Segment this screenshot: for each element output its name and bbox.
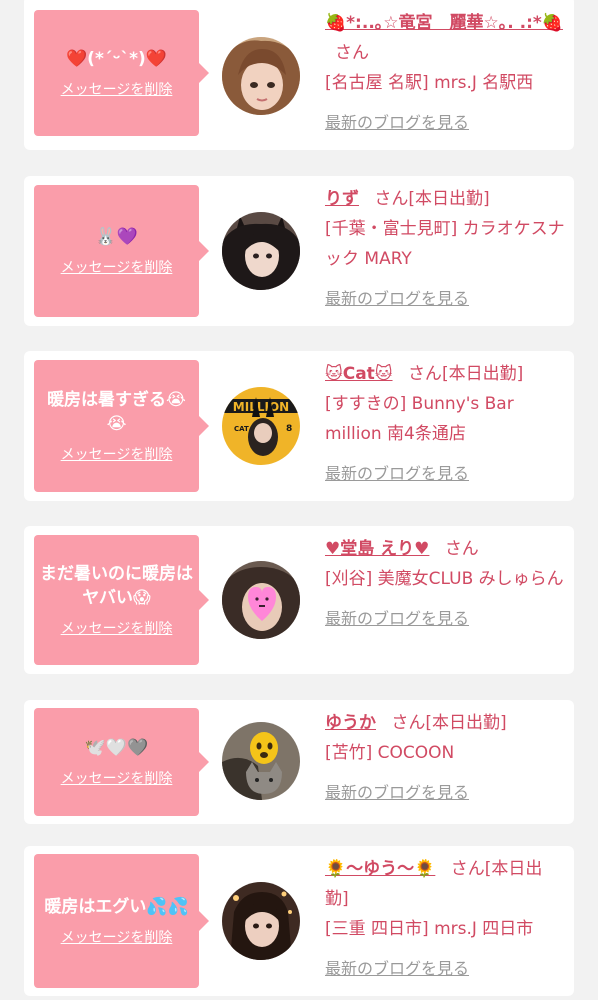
sender-name-link[interactable]: ゆうか — [325, 713, 376, 733]
message-text: 暖房は暑すぎる😭😭 — [47, 390, 186, 434]
sender-info: りず さん[本日出勤] [千葉・富士見町] カラオケスナック MARY 最新のブ… — [325, 184, 565, 314]
message-bubble: まだ暑いのに暖房はヤバい😱 メッセージを削除 — [34, 535, 209, 665]
delete-message-link[interactable]: メッセージを削除 — [61, 79, 173, 99]
avatar[interactable] — [222, 722, 300, 800]
svg-text:MILLION: MILLION — [233, 400, 289, 414]
shop-text: [苫竹] COCOON — [325, 743, 455, 763]
message-card: 暖房は暑すぎる😭😭 メッセージを削除 MILLION CAT 8 🐱Cat🐱 さ… — [24, 351, 574, 501]
message-card: ❤️(*´ᵕ`*)❤️ メッセージを削除 🍓*:..｡☆竜宮 麗華☆｡. .:*… — [24, 0, 574, 150]
message-card: まだ暑いのに暖房はヤバい😱 メッセージを削除 ♥堂島 えり♥ さん [刈谷] 美… — [24, 526, 574, 674]
avatar[interactable] — [222, 212, 300, 290]
latest-blog-link[interactable]: 最新のブログを見る — [325, 459, 565, 489]
sender-info: 🌻〜ゆう〜🌻 さん[本日出勤] [三重 四日市] mrs.J 四日市 最新のブロ… — [325, 854, 565, 984]
delete-message-link[interactable]: メッセージを削除 — [61, 257, 173, 277]
honorific: さん — [335, 43, 369, 63]
status-text: [本日出勤] — [408, 189, 490, 209]
svg-text:8: 8 — [286, 424, 292, 434]
latest-blog-link[interactable]: 最新のブログを見る — [325, 604, 565, 634]
status-text: [本日出勤] — [425, 713, 507, 733]
message-bubble: 🐰💜 メッセージを削除 — [34, 185, 209, 317]
shop-text: [三重 四日市] mrs.J 四日市 — [325, 919, 534, 939]
message-bubble: 暖房は暑すぎる😭😭 メッセージを削除 — [34, 360, 209, 492]
sender-info: ゆうか さん[本日出勤] [苫竹] COCOON 最新のブログを見る — [325, 708, 565, 808]
avatar[interactable] — [222, 37, 300, 115]
honorific: さん — [407, 364, 442, 384]
sender-info: 🍓*:..｡☆竜宮 麗華☆｡. .:*🍓 さん [名古屋 名駅] mrs.J 名… — [325, 8, 565, 138]
latest-blog-link[interactable]: 最新のブログを見る — [325, 778, 565, 808]
honorific: さん — [391, 713, 426, 733]
delete-message-link[interactable]: メッセージを削除 — [61, 768, 173, 788]
message-card: 🕊️🤍🩶 メッセージを削除 ゆうか さん[本日出勤] [苫竹] COCOON 最… — [24, 700, 574, 824]
status-text: [本日出勤] — [441, 364, 524, 384]
avatar[interactable] — [222, 561, 300, 639]
message-text: 🕊️🤍🩶 — [84, 738, 149, 758]
svg-text:CAT: CAT — [234, 425, 249, 433]
message-text: 暖房はエグい💦💦 — [44, 897, 189, 917]
delete-message-link[interactable]: メッセージを削除 — [61, 444, 173, 464]
message-card: 暖房はエグい💦💦 メッセージを削除 🌻〜ゆう〜🌻 さん[本日出勤] [三重 四日… — [24, 846, 574, 996]
latest-blog-link[interactable]: 最新のブログを見る — [325, 284, 565, 314]
honorific: さん — [374, 189, 409, 209]
latest-blog-link[interactable]: 最新のブログを見る — [325, 954, 565, 984]
shop-text: [名古屋 名駅] mrs.J 名駅西 — [325, 73, 534, 93]
honorific: さん — [450, 859, 485, 879]
message-bubble: 暖房はエグい💦💦 メッセージを削除 — [34, 854, 209, 988]
delete-message-link[interactable]: メッセージを削除 — [61, 927, 173, 947]
sender-info: 🐱Cat🐱 さん[本日出勤] [すすきの] Bunny's Bar millio… — [325, 359, 565, 489]
message-text: 🐰💜 — [95, 227, 138, 247]
message-card: 🐰💜 メッセージを削除 りず さん[本日出勤] [千葉・富士見町] カラオケスナ… — [24, 176, 574, 326]
delete-message-link[interactable]: メッセージを削除 — [61, 618, 173, 638]
sender-name-link[interactable]: 🐱Cat🐱 — [325, 364, 393, 384]
sender-name-link[interactable]: ♥堂島 えり♥ — [325, 539, 429, 559]
avatar[interactable]: MILLION CAT 8 — [222, 387, 300, 465]
sender-name-link[interactable]: 🍓*:..｡☆竜宮 麗華☆｡. .:*🍓 — [325, 13, 563, 33]
shop-text: [すすきの] Bunny's Bar million 南4条通店 — [325, 394, 514, 444]
latest-blog-link[interactable]: 最新のブログを見る — [325, 108, 565, 138]
sender-name-link[interactable]: 🌻〜ゆう〜🌻 — [325, 859, 435, 879]
avatar[interactable] — [222, 882, 300, 960]
message-bubble: ❤️(*´ᵕ`*)❤️ メッセージを削除 — [34, 10, 209, 136]
message-text: まだ暑いのに暖房はヤバい😱 — [40, 564, 193, 608]
message-bubble: 🕊️🤍🩶 メッセージを削除 — [34, 708, 209, 816]
message-text: ❤️(*´ᵕ`*)❤️ — [66, 49, 167, 69]
honorific: さん — [444, 539, 479, 559]
message-list: ❤️(*´ᵕ`*)❤️ メッセージを削除 🍓*:..｡☆竜宮 麗華☆｡. .:*… — [0, 0, 598, 1000]
shop-text: [刈谷] 美魔女CLUB みしゅらん — [325, 569, 564, 589]
shop-text: [千葉・富士見町] カラオケスナック MARY — [325, 219, 565, 269]
sender-name-link[interactable]: りず — [325, 189, 359, 209]
sender-info: ♥堂島 えり♥ さん [刈谷] 美魔女CLUB みしゅらん 最新のブログを見る — [325, 534, 565, 634]
